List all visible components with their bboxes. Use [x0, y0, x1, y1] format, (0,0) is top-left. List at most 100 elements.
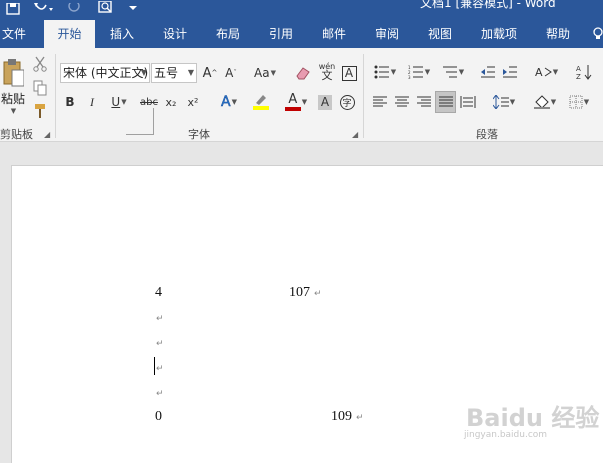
line-spacing-button[interactable]: ▼ [488, 92, 520, 112]
asian-layout-button[interactable]: A ▼ [530, 62, 562, 82]
font-group-label: 字体 [188, 128, 210, 141]
cut-button[interactable] [31, 54, 49, 74]
asian-layout-icon: A [535, 66, 552, 79]
undo-icon[interactable] [32, 0, 53, 14]
font-name-combo[interactable]: 宋体 (中文正文) ▼ [60, 63, 150, 83]
text-cursor [154, 357, 155, 375]
underline-button[interactable]: U ▼ [106, 92, 132, 112]
tab-mailings[interactable]: 邮件 [312, 20, 356, 48]
document-text[interactable]: 0 [155, 409, 162, 425]
watermark-url: jingyan.baidu.com [464, 430, 548, 440]
document-text[interactable]: 4 [155, 285, 162, 301]
align-right-icon [417, 96, 431, 107]
strikethrough-button[interactable]: abc [138, 92, 160, 112]
distributed-icon [460, 96, 476, 108]
borders-icon [569, 95, 583, 109]
underline-label: U [111, 95, 121, 109]
redo-icon[interactable] [66, 0, 82, 14]
tab-view[interactable]: 视图 [418, 20, 462, 48]
svg-text:Z: Z [576, 73, 581, 80]
paintbrush-icon [35, 104, 45, 118]
subscript-button[interactable]: x₂ [162, 92, 180, 112]
format-painter-button[interactable] [31, 101, 49, 121]
tab-references[interactable]: 引用 [259, 20, 303, 48]
chevron-down-icon: ▼ [187, 68, 194, 77]
print-preview-icon[interactable] [96, 0, 118, 14]
increase-indent-icon [503, 66, 517, 78]
character-border-button[interactable]: A [340, 63, 358, 83]
clipboard-launcher-icon[interactable]: ◢ [44, 130, 50, 139]
tell-me-icon[interactable] [590, 20, 603, 48]
multilevel-list-icon [442, 66, 457, 78]
paste-button[interactable]: 粘贴 ▼ [0, 54, 26, 118]
tab-layout[interactable]: 布局 [206, 20, 250, 48]
align-left-button[interactable] [370, 92, 390, 112]
justify-button[interactable] [435, 91, 456, 113]
document-text[interactable]: 107 [289, 285, 310, 301]
align-left-icon [373, 96, 387, 107]
change-case-button[interactable]: Aa ▼ [250, 63, 280, 83]
distributed-button[interactable] [458, 92, 478, 112]
increase-indent-button[interactable] [500, 62, 520, 82]
paragraph-mark: ↵ [156, 314, 164, 324]
numbering-button[interactable]: 1 2 3 ▼ [403, 62, 435, 82]
group-divider [55, 54, 56, 138]
svg-text:3: 3 [408, 75, 411, 79]
grow-font-button[interactable]: A ^ [201, 63, 219, 83]
font-name-value: 宋体 (中文正文) [63, 66, 149, 80]
document-title: 文档1 [兼容模式] - Word [420, 0, 556, 10]
tab-insert[interactable]: 插入 [100, 20, 144, 48]
text-effects-label: A [221, 94, 231, 111]
phonetic-guide-button[interactable]: wén 文 [316, 61, 338, 81]
save-icon[interactable] [4, 0, 22, 15]
clipboard-group-label: 剪贴板 [0, 128, 33, 141]
font-color-button[interactable]: A ▼ [281, 92, 311, 112]
margin-crop-mark [153, 108, 154, 135]
tab-review[interactable]: 审阅 [365, 20, 409, 48]
align-center-button[interactable] [392, 92, 412, 112]
clear-formatting-button[interactable] [293, 63, 313, 83]
text-effects-button[interactable]: A ▼ [215, 92, 243, 112]
tab-home[interactable]: 开始 [44, 20, 95, 48]
bullet-list-icon [374, 65, 389, 79]
paragraph-mark: ↵ [156, 364, 164, 374]
tab-help[interactable]: 帮助 [536, 20, 580, 48]
character-shading-button[interactable]: A [316, 92, 334, 112]
sort-icon: AZ [576, 65, 592, 80]
shrink-font-button[interactable]: Aˇ [222, 63, 240, 83]
highlight-color-button[interactable] [246, 92, 276, 112]
customize-quick-access-icon[interactable] [126, 0, 140, 14]
bullets-button[interactable]: ▼ [369, 62, 401, 82]
font-size-value: 五号 [154, 66, 179, 80]
tab-addins[interactable]: 加载项 [473, 20, 525, 48]
scissors-icon [33, 56, 47, 72]
paste-label: 粘贴 [0, 91, 25, 106]
copy-icon [33, 80, 47, 96]
superscript-button[interactable]: x² [184, 92, 202, 112]
font-size-combo[interactable]: 五号 ▼ [151, 63, 197, 83]
shading-button[interactable]: ▼ [530, 92, 560, 112]
paragraph-mark: ↵ [156, 339, 164, 349]
paste-icon [3, 58, 24, 86]
borders-button[interactable]: ▼ [563, 92, 595, 112]
ribbon-home: 粘贴 ▼ 剪贴板 ◢ 宋体 (中文正文) ▼ 五号 ▼ A ^ Aˇ Aa ▼ wé… [0, 48, 603, 142]
multilevel-list-button[interactable]: ▼ [437, 62, 469, 82]
paragraph-mark: ↵ [314, 289, 322, 299]
align-right-button[interactable] [414, 92, 434, 112]
decrease-indent-icon [481, 66, 495, 78]
character-shading-label: A [318, 94, 332, 110]
bold-button[interactable]: B [62, 92, 78, 112]
document-text[interactable]: 109 [331, 409, 352, 425]
decrease-indent-button[interactable] [478, 62, 498, 82]
tab-file[interactable]: 文件 [0, 20, 28, 48]
paragraph-mark: ↵ [356, 413, 364, 423]
svg-text:A: A [576, 65, 581, 73]
copy-button[interactable] [31, 78, 49, 98]
sort-button[interactable]: AZ [574, 62, 594, 82]
italic-button[interactable]: I [84, 92, 100, 112]
align-center-icon [395, 96, 409, 107]
enclose-characters-button[interactable]: 字 [338, 92, 356, 112]
font-launcher-icon[interactable]: ◢ [352, 130, 358, 139]
chevron-down-icon: ▼ [140, 68, 147, 77]
tab-design[interactable]: 设计 [153, 20, 197, 48]
